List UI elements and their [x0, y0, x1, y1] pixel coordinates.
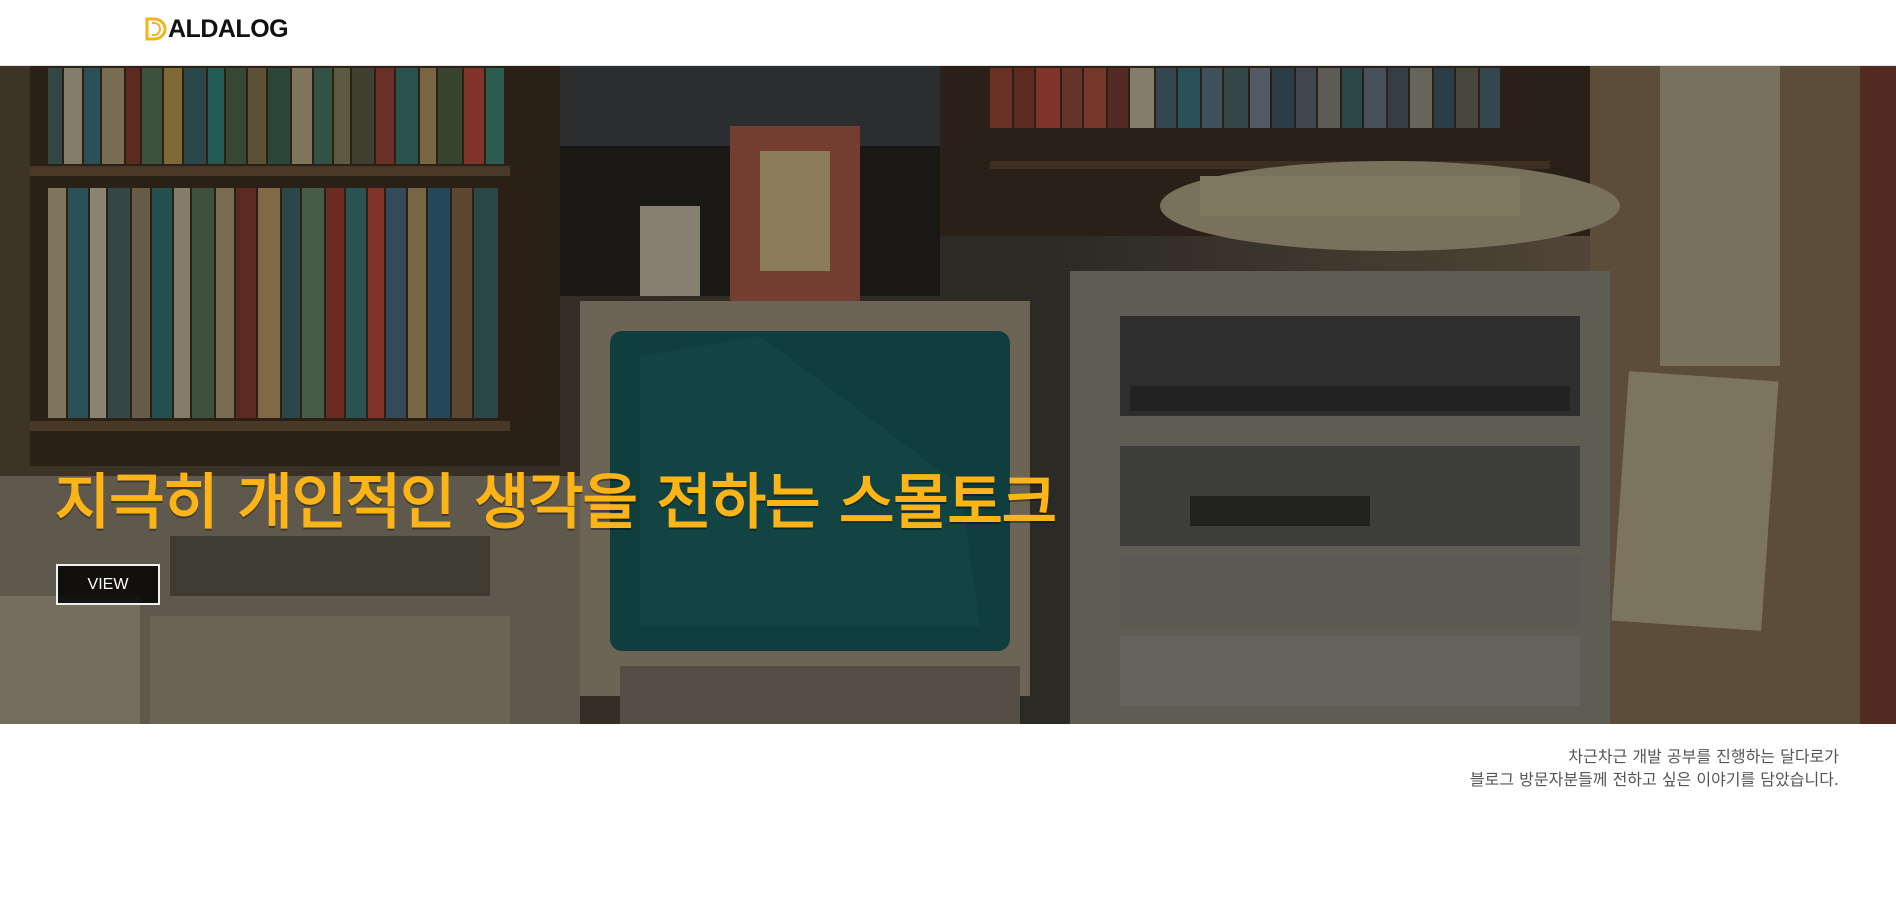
hero-banner: 지극히 개인적인 생각을 전하는 스몰토크 VIEW [0, 66, 1896, 724]
intro-line-1: 차근차근 개발 공부를 진행하는 달다로가 [1568, 747, 1839, 766]
logo-text: ALDALOG [168, 15, 289, 43]
intro-line-2: 블로그 방문자분들께 전하고 싶은 이야기를 담았습니다. [1469, 770, 1839, 789]
hero-dark-overlay [0, 66, 1896, 724]
intro-text: 차근차근 개발 공부를 진행하는 달다로가 블로그 방문자분들께 전하고 싶은 … [1470, 745, 1839, 791]
hero-title: 지극히 개인적인 생각을 전하는 스몰토크 [55, 468, 1057, 538]
logo-mark-icon [145, 17, 167, 41]
site-logo[interactable]: ALDALOG [145, 14, 289, 44]
site-header: ALDALOG [0, 0, 1896, 66]
view-button[interactable]: VIEW [56, 564, 160, 605]
